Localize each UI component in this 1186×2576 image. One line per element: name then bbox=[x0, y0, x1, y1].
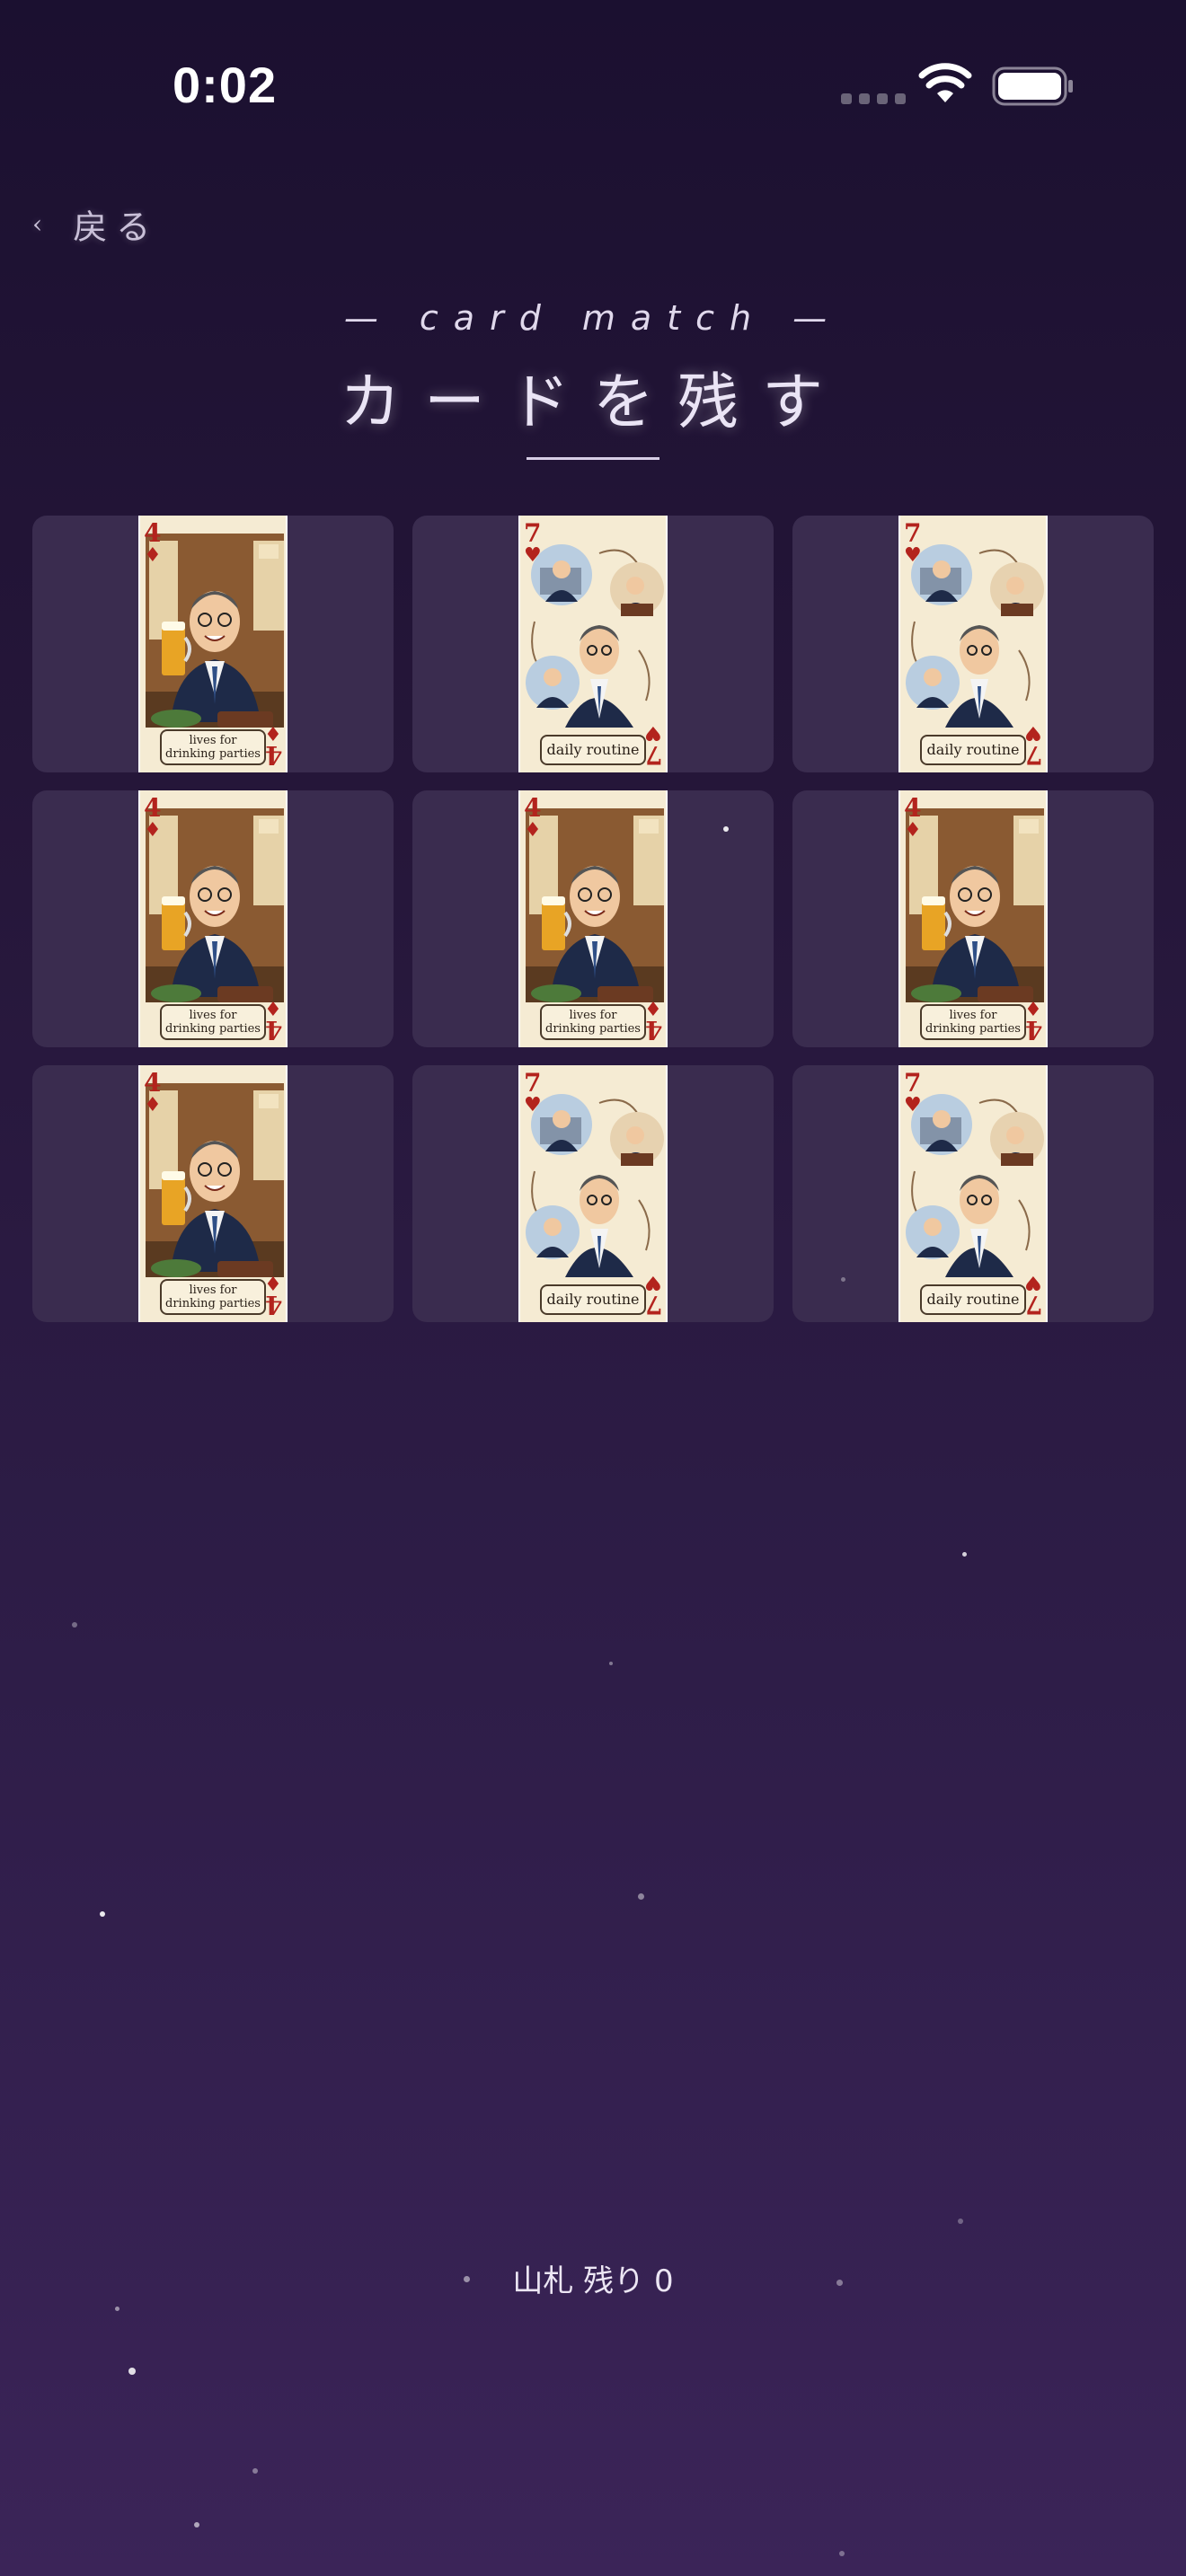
card-rank-bottom: 4 bbox=[1024, 1015, 1042, 1045]
card-suit-bottom-icon: ♦ bbox=[264, 996, 282, 1019]
card-suit-bottom-icon: ♦ bbox=[1024, 996, 1042, 1019]
card-caption: daily routine bbox=[920, 1284, 1026, 1315]
card-rank: 4 bbox=[144, 793, 162, 823]
card-rank-bottom: 7 bbox=[644, 1290, 662, 1319]
card-suit-icon: ♦ bbox=[904, 819, 922, 842]
status-bar: 0:02 bbox=[0, 0, 1186, 180]
back-label: 戻る bbox=[73, 207, 160, 247]
card-rank: 7 bbox=[524, 1068, 542, 1098]
card-caption: daily routine bbox=[540, 735, 646, 765]
card-rank: 4 bbox=[524, 793, 542, 823]
card-rank-bottom: 7 bbox=[1024, 1290, 1042, 1319]
card-rank: 4 bbox=[144, 1068, 162, 1098]
card-suit-icon: ♦ bbox=[144, 1094, 162, 1116]
card-caption: lives for drinking parties bbox=[920, 1004, 1026, 1040]
card-suit-icon: ♦ bbox=[524, 819, 542, 842]
star bbox=[252, 2468, 258, 2474]
card-suit-bottom-icon: ♦ bbox=[264, 1271, 282, 1293]
playing-card[interactable]: 4 ♦ 4 ♦ lives for drinking parties bbox=[138, 790, 288, 1047]
star bbox=[115, 2307, 119, 2311]
card-suit-icon: ♥ bbox=[524, 1094, 542, 1116]
page-title: カードを残す bbox=[339, 367, 846, 438]
card-suit-icon: ♥ bbox=[524, 544, 542, 567]
star bbox=[100, 1911, 105, 1917]
card-caption: lives for drinking parties bbox=[160, 1279, 266, 1315]
card-caption: lives for drinking parties bbox=[160, 1004, 266, 1040]
deck-remaining-count: 山札 残り 0 bbox=[512, 2263, 674, 2299]
card-slot[interactable]: 7 ♥ 7 ♥ daily routine bbox=[412, 1065, 774, 1322]
card-slot[interactable]: 4 ♦ 4 ♦ lives for drinking parties bbox=[32, 790, 394, 1047]
card-rank: 7 bbox=[904, 1068, 922, 1098]
star bbox=[723, 826, 729, 832]
card-caption: lives for drinking parties bbox=[540, 1004, 646, 1040]
card-rank: 4 bbox=[904, 793, 922, 823]
card-suit-icon: ♦ bbox=[144, 544, 162, 567]
card-caption: daily routine bbox=[540, 1284, 646, 1315]
card-slot[interactable]: 7 ♥ 7 ♥ daily routine bbox=[412, 516, 774, 772]
star bbox=[609, 1662, 613, 1665]
playing-card[interactable]: 4 ♦ 4 ♦ lives for drinking parties bbox=[898, 790, 1048, 1047]
card-rank-bottom: 4 bbox=[264, 740, 282, 770]
card-suit-bottom-icon: ♥ bbox=[644, 1271, 662, 1293]
card-suit-bottom-icon: ♥ bbox=[1024, 1271, 1042, 1293]
status-time: 0:02 bbox=[173, 57, 278, 113]
playing-card[interactable]: 4 ♦ 4 ♦ lives for drinking parties bbox=[518, 790, 668, 1047]
card-caption: lives for drinking parties bbox=[160, 729, 266, 765]
card-suit-icon: ♦ bbox=[144, 819, 162, 842]
wifi-icon bbox=[918, 63, 972, 102]
card-suit-icon: ♥ bbox=[904, 544, 922, 567]
card-suit-bottom-icon: ♦ bbox=[644, 996, 662, 1019]
card-slot[interactable]: 4 ♦ 4 ♦ lives for drinking parties bbox=[412, 790, 774, 1047]
star bbox=[194, 2522, 199, 2527]
star bbox=[841, 1277, 845, 1282]
card-suit-bottom-icon: ♥ bbox=[644, 721, 662, 744]
star bbox=[638, 1893, 644, 1900]
playing-card[interactable]: 4 ♦ 4 ♦ lives for drinking parties bbox=[138, 516, 288, 772]
card-slot[interactable]: 4 ♦ 4 ♦ lives for drinking parties bbox=[32, 516, 394, 772]
page-subtitle: — card match — bbox=[343, 298, 843, 338]
card-slot[interactable]: 4 ♦ 4 ♦ lives for drinking parties bbox=[792, 790, 1154, 1047]
star bbox=[836, 2280, 843, 2286]
card-suit-bottom-icon: ♥ bbox=[1024, 721, 1042, 744]
card-caption: daily routine bbox=[920, 735, 1026, 765]
card-rank-bottom: 4 bbox=[264, 1290, 282, 1319]
star bbox=[839, 2551, 845, 2556]
star bbox=[958, 2219, 963, 2224]
star bbox=[72, 1622, 77, 1628]
playing-card[interactable]: 7 ♥ 7 ♥ daily routine bbox=[518, 516, 668, 772]
chevron-left-icon: ‹ bbox=[32, 209, 43, 239]
card-rank-bottom: 4 bbox=[644, 1015, 662, 1045]
playing-card[interactable]: 4 ♦ 4 ♦ lives for drinking parties bbox=[138, 1065, 288, 1322]
card-rank: 7 bbox=[524, 518, 542, 548]
card-slot[interactable]: 7 ♥ 7 ♥ daily routine bbox=[792, 516, 1154, 772]
card-slot[interactable]: 4 ♦ 4 ♦ lives for drinking parties bbox=[32, 1065, 394, 1322]
card-rank-bottom: 7 bbox=[1024, 740, 1042, 770]
battery-icon bbox=[992, 66, 1073, 106]
card-slot[interactable]: 7 ♥ 7 ♥ daily routine bbox=[792, 1065, 1154, 1322]
back-button[interactable]: ‹ 戻る bbox=[32, 199, 159, 249]
title-divider bbox=[527, 457, 659, 460]
playing-card[interactable]: 7 ♥ 7 ♥ daily routine bbox=[518, 1065, 668, 1322]
card-rank-bottom: 7 bbox=[644, 740, 662, 770]
playing-card[interactable]: 7 ♥ 7 ♥ daily routine bbox=[898, 1065, 1048, 1322]
star bbox=[962, 1552, 967, 1557]
card-rank-bottom: 4 bbox=[264, 1015, 282, 1045]
card-grid: 4 ♦ 4 ♦ lives for drinking parties 7 ♥ 7… bbox=[32, 516, 1154, 1322]
card-rank: 7 bbox=[904, 518, 922, 548]
card-suit-icon: ♥ bbox=[904, 1094, 922, 1116]
star bbox=[464, 2276, 470, 2282]
card-rank: 4 bbox=[144, 518, 162, 548]
cellular-signal-icon bbox=[841, 93, 906, 104]
card-suit-bottom-icon: ♦ bbox=[264, 721, 282, 744]
star bbox=[128, 2368, 136, 2375]
playing-card[interactable]: 7 ♥ 7 ♥ daily routine bbox=[898, 516, 1048, 772]
